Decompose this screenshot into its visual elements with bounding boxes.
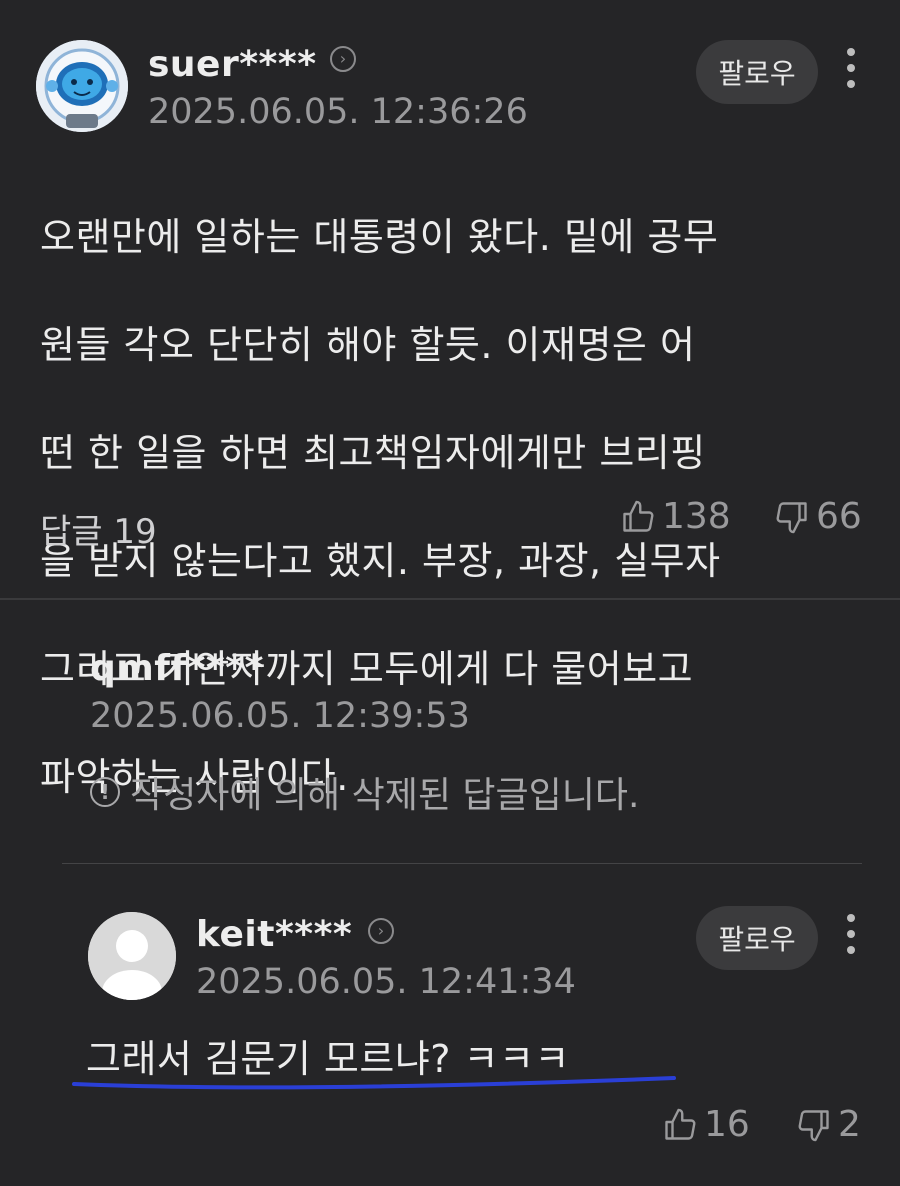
avatar[interactable] — [88, 912, 176, 1000]
reply-date: 2025.06.05. 12:41:34 — [196, 962, 576, 1002]
follow-button[interactable]: 팔로우 — [696, 40, 818, 104]
follow-button[interactable]: 팔로우 — [696, 906, 818, 970]
dislike-count: 66 — [816, 496, 862, 537]
more-options-icon[interactable] — [844, 914, 858, 964]
thumbs-down-icon — [798, 1109, 829, 1141]
astronaut-avatar-icon — [36, 40, 128, 132]
deleted-reply-notice: ! 작성자에 의해 삭제된 답글입니다. — [90, 766, 639, 818]
dislike-count: 2 — [838, 1104, 861, 1145]
like-button[interactable]: 138 — [620, 496, 731, 537]
info-icon: ! — [90, 777, 120, 807]
reply-username[interactable]: qmff**** — [90, 648, 264, 689]
more-options-icon[interactable] — [844, 48, 858, 98]
avatar[interactable] — [36, 40, 128, 132]
profile-arrow-icon[interactable]: › — [330, 46, 356, 72]
comment-date: 2025.06.05. 12:36:26 — [148, 92, 528, 132]
comment-body: 오랜만에 일하는 대통령이 왔다. 밑에 공무 원들 각오 단단히 해야 할듯.… — [40, 156, 870, 858]
thumbs-up-icon — [665, 1108, 696, 1140]
like-button[interactable]: 16 — [662, 1104, 750, 1145]
dislike-button[interactable]: 66 — [774, 496, 862, 537]
reply-username[interactable]: keit**** — [196, 914, 352, 955]
comment-username[interactable]: suer**** — [148, 44, 317, 85]
divider — [0, 598, 900, 600]
profile-arrow-icon[interactable]: › — [368, 918, 394, 944]
divider — [62, 863, 862, 864]
thumbs-up-icon — [623, 500, 654, 532]
comment-body-line: 을 받지 않는다고 했지. 부장, 과장, 실무자 — [40, 539, 721, 583]
comment-body-line: 떤 한 일을 하면 최고책임자에게만 브리핑 — [40, 431, 706, 475]
comment-body-line: 원들 각오 단단히 해야 할듯. 이재명은 어 — [40, 323, 696, 367]
like-count: 16 — [704, 1104, 750, 1145]
default-user-avatar-icon — [88, 912, 176, 1000]
like-count: 138 — [662, 496, 731, 537]
thumbs-down-icon — [776, 501, 807, 533]
comment-body-line: 오랜만에 일하는 대통령이 왔다. 밑에 공무 — [40, 215, 719, 259]
dislike-button[interactable]: 2 — [796, 1104, 861, 1145]
deleted-reply-text: 작성자에 의해 삭제된 답글입니다. — [130, 775, 640, 816]
reply-date: 2025.06.05. 12:39:53 — [90, 696, 470, 736]
blue-underline-annotation — [72, 1076, 676, 1090]
reply-count-button[interactable]: 답글 19 — [40, 504, 157, 553]
